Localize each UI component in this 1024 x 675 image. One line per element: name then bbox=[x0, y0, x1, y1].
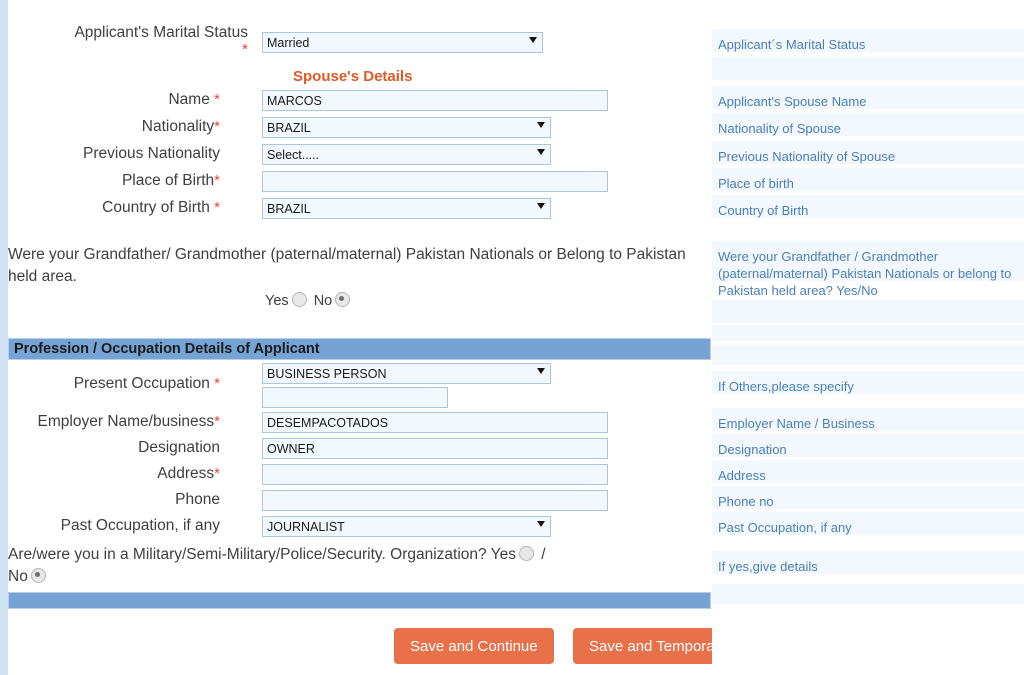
address-label: Address* bbox=[157, 465, 220, 482]
phone-input[interactable] bbox=[262, 490, 608, 511]
marital-status-required-asterisk: * bbox=[242, 41, 248, 58]
address-input[interactable] bbox=[262, 464, 608, 485]
help-text-13: If yes,give details bbox=[718, 559, 818, 574]
spouse-place-of-birth-input[interactable] bbox=[262, 171, 608, 192]
spouse-nationality-select[interactable]: BRAZIL bbox=[262, 117, 551, 138]
help-text-8: Employer Name / Business bbox=[718, 416, 875, 431]
spouse-name-required-asterisk: * bbox=[214, 91, 220, 108]
spouse-name-input[interactable] bbox=[262, 90, 608, 111]
spouse-country-of-birth-label: Country of Birth * bbox=[102, 199, 220, 216]
address-required-asterisk: * bbox=[214, 465, 220, 482]
help-text-2: Nationality of Spouse bbox=[718, 121, 841, 136]
marital-status-label-text: Applicant's Marital Status bbox=[74, 24, 248, 41]
spouse-details-header: Spouse's Details bbox=[293, 68, 413, 85]
designation-label: Designation bbox=[138, 439, 220, 456]
help-text-11: Phone no bbox=[718, 494, 774, 509]
spouse-country-of-birth-required-asterisk: * bbox=[214, 199, 220, 216]
spouse-place-of-birth-label: Place of Birth* bbox=[121, 172, 220, 189]
past-occupation-select[interactable]: JOURNALIST bbox=[262, 516, 551, 537]
spouse-country-of-birth-select[interactable]: BRAZIL bbox=[262, 198, 551, 219]
help-row-stripe bbox=[712, 325, 1024, 341]
spouse-previous-nationality-select-wrapper[interactable]: Select..... bbox=[262, 144, 551, 166]
profession-section-header: Profession / Occupation Details of Appli… bbox=[8, 338, 711, 360]
grandparent-no-radio[interactable] bbox=[335, 292, 351, 307]
spouse-previous-nationality-select[interactable]: Select..... bbox=[262, 144, 551, 165]
past-occupation-label: Past Occupation, if any bbox=[60, 517, 220, 534]
form-bottom-bar bbox=[8, 592, 711, 609]
help-row-stripe bbox=[712, 57, 1024, 80]
help-text-0: Applicant´s Marital Status bbox=[718, 37, 866, 52]
marital-status-select-wrapper[interactable]: Married bbox=[262, 32, 543, 54]
marital-status-select[interactable]: Married bbox=[262, 32, 543, 53]
grandparent-yes-label: Yes bbox=[265, 293, 289, 309]
past-occupation-select-wrapper[interactable]: JOURNALIST bbox=[262, 516, 551, 538]
help-text-3: Previous Nationality of Spouse bbox=[718, 149, 896, 164]
help-row-stripe bbox=[712, 300, 1024, 323]
help-text-12: Past Occupation, if any bbox=[718, 520, 852, 535]
military-question: Are/were you in a Military/Semi-Military… bbox=[8, 544, 708, 588]
save-and-continue-button[interactable]: Save and Continue bbox=[394, 628, 554, 664]
present-occupation-select-wrapper[interactable]: BUSINESS PERSON bbox=[262, 363, 551, 385]
military-no-label: No bbox=[8, 568, 28, 585]
help-row-stripe bbox=[712, 345, 1024, 365]
present-occupation-other-input[interactable] bbox=[262, 387, 448, 408]
grandparent-question-radio-group[interactable]: Yes No bbox=[265, 292, 353, 309]
present-occupation-label: Present Occupation * bbox=[73, 375, 220, 392]
help-text-6: Were your Grandfather / Grandmother (pat… bbox=[718, 249, 1012, 298]
employer-name-input[interactable] bbox=[262, 412, 608, 433]
grandparent-no-label: No bbox=[313, 293, 333, 309]
employer-name-required-asterisk: * bbox=[214, 413, 220, 430]
employer-name-label: Employer Name/business* bbox=[37, 413, 220, 430]
military-no-radio[interactable] bbox=[30, 568, 46, 583]
spouse-place-of-birth-required-asterisk: * bbox=[214, 172, 220, 189]
present-occupation-select[interactable]: BUSINESS PERSON bbox=[262, 363, 551, 384]
grandparent-yes-radio[interactable] bbox=[291, 292, 307, 307]
help-text-1: Applicant's Spouse Name bbox=[718, 94, 867, 109]
military-yes-radio[interactable] bbox=[518, 546, 534, 561]
help-text-10: Address bbox=[718, 468, 766, 483]
military-separator: / bbox=[541, 546, 546, 563]
help-text-7: If Others,please specify bbox=[718, 379, 854, 394]
spouse-previous-nationality-label: Previous Nationality bbox=[83, 145, 220, 162]
spouse-country-of-birth-select-wrapper[interactable]: BRAZIL bbox=[262, 198, 551, 220]
phone-label: Phone bbox=[175, 491, 220, 508]
help-text-5: Country of Birth bbox=[718, 203, 809, 218]
spouse-nationality-required-asterisk: * bbox=[214, 118, 220, 135]
marital-status-label: Applicant's Marital Status bbox=[8, 24, 248, 42]
designation-input[interactable] bbox=[262, 438, 608, 459]
spouse-nationality-select-wrapper[interactable]: BRAZIL bbox=[262, 117, 551, 139]
help-text-4: Place of birth bbox=[718, 176, 794, 191]
grandparent-question-text: Were your Grandfather/ Grandmother (pate… bbox=[8, 246, 686, 285]
profession-section-header-text: Profession / Occupation Details of Appli… bbox=[14, 341, 320, 357]
present-occupation-required-asterisk: * bbox=[214, 375, 220, 392]
help-text-9: Designation bbox=[718, 442, 787, 457]
spouse-nationality-label: Nationality* bbox=[141, 118, 220, 135]
help-column: Applicant´s Marital Status Applicant's Sp… bbox=[712, 0, 1024, 675]
spouse-name-label: Name * bbox=[168, 91, 220, 108]
page-left-gutter bbox=[0, 0, 8, 675]
help-row-stripe bbox=[712, 584, 1024, 604]
military-question-text: Are/were you in a Military/Semi-Military… bbox=[8, 546, 516, 563]
